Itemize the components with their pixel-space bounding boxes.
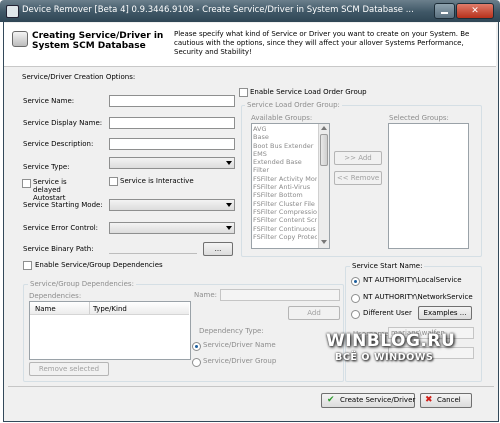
available-group-item[interactable]: Extended Base xyxy=(253,158,317,166)
starting-mode-label: Service Starting Mode: xyxy=(23,201,103,209)
create-service-label: Create Service/Driver xyxy=(340,396,416,404)
different-user-label: Different User xyxy=(363,309,412,317)
available-groups-scrollbar[interactable] xyxy=(318,124,329,248)
selected-groups-label: Selected Groups: xyxy=(389,114,449,122)
available-groups-label: Available Groups: xyxy=(251,114,313,122)
scroll-thumb[interactable] xyxy=(320,134,328,166)
remove-group-button[interactable]: << Remove xyxy=(334,171,382,185)
check-icon: ✔ xyxy=(327,395,335,405)
available-group-item[interactable]: AVG xyxy=(253,125,317,133)
different-user-radio[interactable] xyxy=(351,310,360,319)
available-group-item[interactable]: Base xyxy=(253,133,317,141)
starting-mode-select[interactable] xyxy=(109,199,235,211)
settings-icon xyxy=(12,31,28,47)
delayed-autostart-label: Service is delayed Autostart xyxy=(33,178,67,202)
available-group-item[interactable]: FSFilter Compression xyxy=(253,208,317,216)
display-name-input[interactable] xyxy=(109,117,235,129)
load-order-group-title: Service Load Order Group: xyxy=(245,101,342,109)
binary-path-field[interactable] xyxy=(109,243,197,254)
remove-selected-button[interactable]: Remove selected xyxy=(29,362,109,376)
app-icon xyxy=(6,5,19,18)
selected-groups-list[interactable] xyxy=(388,123,469,249)
column-type-header[interactable]: Type/Kind xyxy=(93,305,127,313)
type-service-name-radio[interactable] xyxy=(192,342,201,351)
available-group-item[interactable]: FSFilter Continuous B xyxy=(253,225,317,233)
enable-load-order-label: Enable Service Load Order Group xyxy=(250,88,367,96)
dependency-name-input[interactable] xyxy=(220,289,340,301)
description-label: Service Description: xyxy=(23,140,94,148)
available-group-item[interactable]: FSFilter Activity Moni xyxy=(253,175,317,183)
description-input[interactable] xyxy=(109,138,235,150)
create-service-button[interactable]: ✔ Create Service/Driver xyxy=(321,393,415,408)
available-group-item[interactable]: FSFilter Copy Protect xyxy=(253,233,317,241)
add-group-button[interactable]: >> Add xyxy=(334,151,382,165)
chevron-down-icon xyxy=(226,203,232,207)
interactive-checkbox[interactable] xyxy=(109,177,118,186)
footer-separator xyxy=(8,386,494,387)
cancel-button[interactable]: ✖ Cancel xyxy=(420,393,472,408)
window-title: Device Remover [Beta 4] 0.9.3446.9108 - … xyxy=(22,5,414,15)
networkservice-label: NT AUTHORITY\NetworkService xyxy=(363,293,473,301)
watermark-subtext: ВСЁ О WINDOWS xyxy=(335,352,434,363)
error-control-label: Service Error Control: xyxy=(23,224,99,232)
type-service-group-label: Service/Driver Group xyxy=(203,357,277,365)
chevron-down-icon xyxy=(226,226,232,230)
available-group-item[interactable]: Boot Bus Extender xyxy=(253,142,317,150)
dependency-name-label: Name: xyxy=(194,291,218,299)
available-group-item[interactable]: FSFilter Cluster File S xyxy=(253,200,317,208)
dependencies-list-label: Dependencies: xyxy=(29,292,82,300)
available-group-item[interactable]: FSFilter Anti-Virus xyxy=(253,183,317,191)
display-name-label: Service Display Name: xyxy=(23,119,103,127)
cancel-label: Cancel xyxy=(437,396,461,404)
service-type-select[interactable] xyxy=(109,157,235,169)
interactive-label: Service is Interactive xyxy=(120,177,194,185)
scroll-up-icon[interactable] xyxy=(321,126,327,130)
dependencies-group-title: Service/Group Dependencies: xyxy=(28,280,136,288)
close-button[interactable]: ✕ xyxy=(456,3,494,19)
available-group-item[interactable]: FSFilter Bottom xyxy=(253,191,317,199)
page-description: Please specify what kind of Service or D… xyxy=(174,30,470,56)
enable-dependencies-label: Enable Service/Group Dependencies xyxy=(35,261,163,269)
error-control-select[interactable] xyxy=(109,222,235,234)
service-name-label: Service Name: xyxy=(23,97,75,105)
start-name-group-title: Service Start Name: xyxy=(350,262,425,270)
available-group-item[interactable]: Filter xyxy=(253,166,317,174)
browse-button[interactable]: ... xyxy=(203,242,233,256)
available-group-item[interactable]: FSFilter Content Scr xyxy=(253,216,317,224)
service-type-label: Service Type: xyxy=(23,163,70,171)
close-icon: ✕ xyxy=(471,6,479,16)
enable-load-order-checkbox[interactable] xyxy=(239,88,248,97)
cancel-icon: ✖ xyxy=(425,395,433,405)
add-dependency-button[interactable]: Add xyxy=(288,306,340,320)
service-name-input[interactable] xyxy=(109,95,235,107)
type-service-group-radio[interactable] xyxy=(192,358,201,367)
examples-button[interactable]: Examples ... xyxy=(418,306,472,320)
column-divider xyxy=(89,302,90,314)
column-name-header[interactable]: Name xyxy=(35,305,56,313)
minimize-icon xyxy=(441,12,448,14)
networkservice-radio[interactable] xyxy=(351,294,360,303)
minimize-button[interactable] xyxy=(434,3,455,19)
watermark-text: WINBLOG.RU xyxy=(326,331,456,351)
localservice-radio[interactable] xyxy=(351,277,360,286)
available-group-item[interactable]: EMS xyxy=(253,150,317,158)
enable-dependencies-checkbox[interactable] xyxy=(23,261,32,270)
creation-options-title: Service/Driver Creation Options: xyxy=(22,73,136,81)
chevron-down-icon xyxy=(226,161,232,165)
delayed-autostart-checkbox[interactable] xyxy=(22,179,31,188)
page-title: Creating Service/Driver in System SCM Da… xyxy=(32,31,164,51)
dependency-type-label: Dependency Type: xyxy=(199,327,264,335)
scroll-down-icon[interactable] xyxy=(321,240,327,244)
binary-path-label: Service Binary Path: xyxy=(23,245,94,253)
available-groups-list[interactable]: AVG Base Boot Bus Extender EMS Extended Base… xyxy=(251,123,330,249)
localservice-label: NT AUTHORITY\LocalService xyxy=(363,276,462,284)
type-service-name-label: Service/Driver Name xyxy=(203,341,276,349)
